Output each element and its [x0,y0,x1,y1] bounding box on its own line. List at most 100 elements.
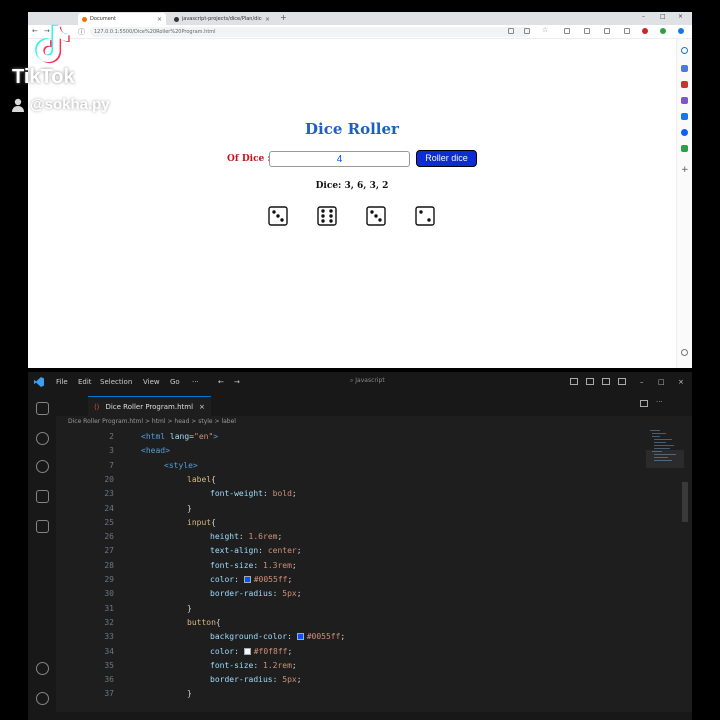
code-line[interactable]: 7 <style> [56,459,656,473]
edge-icon[interactable] [678,28,684,34]
code-line[interactable]: 27 text-align: center; [56,544,656,558]
code-line[interactable]: 36 border-radius: 5px; [56,673,656,687]
code-line[interactable]: 29 color: #0055ff; [56,573,656,587]
profile-icon[interactable] [642,28,648,34]
code-text: <head> [141,444,170,458]
menu-edit[interactable]: Edit [78,378,92,386]
toggle-sidebar-icon[interactable] [570,378,578,385]
search-icon[interactable] [36,432,49,445]
office-icon[interactable] [681,113,688,120]
code-text: button{ [187,616,221,630]
code-line[interactable]: 31} [56,602,656,616]
browser-tab-github[interactable]: javascript-projects/dice/Plan/dice × [170,13,274,25]
accounts-icon[interactable] [36,662,49,675]
tag-icon[interactable] [681,65,688,72]
toggle-panel-icon[interactable] [586,378,594,385]
status-bar [28,712,692,720]
code-line[interactable]: 37} [56,687,656,701]
code-token: 1.3rem [263,560,292,570]
dice-images [268,206,438,230]
code-editor[interactable]: 2 <html lang="en"> 3 <head> 7 <style> 20 label{… [56,430,666,720]
code-token: { [211,474,216,484]
drop-icon[interactable] [681,145,688,152]
extensions-icon[interactable] [564,28,570,34]
copilot-icon[interactable] [660,28,666,34]
code-line[interactable]: 28 font-size: 1.3rem; [56,559,656,573]
manage-gear-icon[interactable] [36,692,49,705]
close-tab-icon[interactable]: × [265,16,270,23]
code-text: border-radius: 5px; [210,587,302,601]
url-field[interactable]: 127.0.0.1:5500/Dice%20Roller%20Program.h… [90,27,530,37]
close-window-button[interactable]: × [678,378,684,386]
menu-more[interactable]: ··· [192,378,199,386]
minimap[interactable] [646,428,684,508]
editor-tab-dice-roller[interactable]: ⟨⟩ Dice Roller Program.html × [88,396,211,416]
browser-tab-document[interactable]: Document × [78,13,166,25]
search-icon[interactable] [681,47,688,54]
toggle-secondary-sidebar-icon[interactable] [602,378,610,385]
die-face-6-image [317,206,337,226]
color-swatch[interactable] [243,576,251,583]
menu-file[interactable]: File [56,378,68,386]
info-icon[interactable]: ⓘ [78,27,85,37]
code-line[interactable]: 24} [56,502,656,516]
new-tab-button[interactable]: + [280,13,287,22]
customize-layout-icon[interactable] [618,378,626,385]
nav-forward-icon[interactable]: → [234,378,240,386]
code-line[interactable]: 35 font-size: 1.2rem; [56,659,656,673]
split-screen-icon[interactable] [584,28,590,34]
editor-scrollbar[interactable] [682,482,688,522]
code-token: ; [277,532,283,542]
color-swatch[interactable] [296,633,304,641]
zoom-icon[interactable] [508,28,514,34]
add-icon[interactable]: + [681,165,689,175]
dice-result-text: Dice: 3, 6, 3, 2 [315,181,389,191]
color-swatch[interactable] [243,647,251,655]
code-line[interactable]: 33 background-color: #0055ff; [56,630,656,644]
games-icon[interactable] [681,97,688,104]
code-token: } [187,503,192,513]
run-debug-icon[interactable] [36,490,49,503]
close-tab-icon[interactable]: × [157,16,162,23]
more-actions-icon[interactable]: ··· [656,398,663,406]
minimize-button[interactable]: – [642,13,645,20]
code-line[interactable]: 26 height: 1.6rem; [56,530,656,544]
code-token: { [215,617,221,627]
explorer-icon[interactable] [36,402,49,415]
code-line[interactable]: 20 label{ [56,473,656,487]
toolbox-icon[interactable] [681,81,688,88]
settings-gear-icon[interactable] [681,349,688,356]
maximize-button[interactable]: □ [660,13,666,20]
minimize-button[interactable]: – [640,378,644,386]
dice-count-input[interactable] [269,151,410,167]
code-text: label{ [187,473,216,487]
menu-go[interactable]: Go [170,378,180,386]
favorite-star-icon[interactable]: ☆ [542,26,548,34]
code-token: "en" [194,432,214,441]
close-tab-icon[interactable]: × [199,403,205,411]
code-line[interactable]: 2 <html lang="en"> [56,430,656,444]
collections-icon[interactable] [624,28,630,34]
code-line[interactable]: 30 border-radius: 5px; [56,587,656,601]
code-line[interactable]: 23 font-weight: bold; [56,487,656,501]
code-line[interactable]: 3 <head> [56,444,656,458]
read-aloud-icon[interactable] [524,28,530,34]
command-center-search[interactable]: ⌕ Javascript [350,377,385,385]
breadcrumb[interactable]: Dice Roller Program.html > html > head >… [68,418,236,425]
code-token: ; [296,589,302,599]
code-line[interactable]: 25 input{ [56,516,656,530]
menu-view[interactable]: View [143,378,160,386]
split-editor-icon[interactable] [640,400,648,407]
code-line[interactable]: 32 button{ [56,616,656,630]
maximize-button[interactable]: □ [658,378,665,386]
menu-selection[interactable]: Selection [100,378,132,386]
nav-back-icon[interactable]: ← [218,378,224,386]
source-control-icon[interactable] [36,460,49,473]
roll-dice-button[interactable]: Roller dice [416,150,477,167]
outlook-icon[interactable] [681,129,688,136]
close-window-button[interactable]: × [678,13,683,20]
code-line[interactable]: 34 color: #f0f8ff; [56,645,656,659]
extensions-icon[interactable] [36,520,49,533]
line-number: 27 [104,546,114,556]
favorites-icon[interactable] [604,28,610,34]
